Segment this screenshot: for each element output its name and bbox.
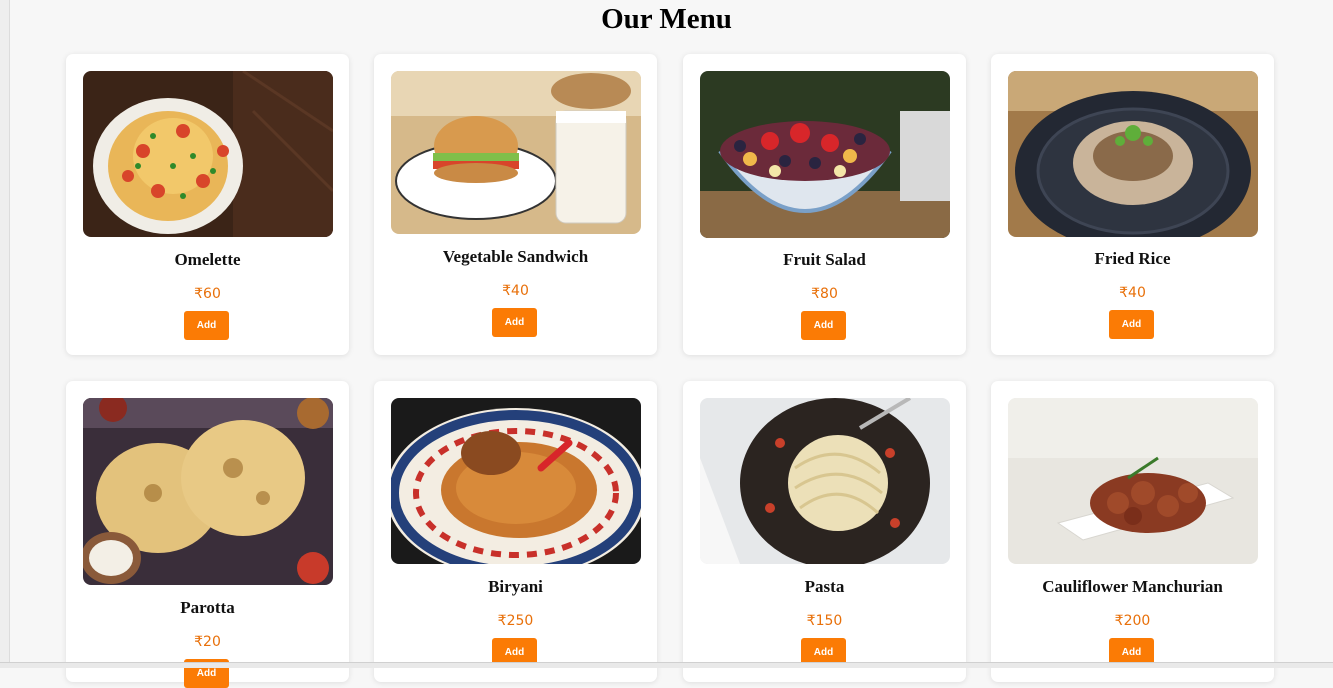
item-name: Fruit Salad xyxy=(783,250,866,269)
item-name: Fried Rice xyxy=(1094,249,1171,268)
add-button[interactable]: Add xyxy=(184,311,229,340)
pasta-image xyxy=(700,398,950,564)
menu-card-pasta: Pasta ₹150 Add xyxy=(683,381,966,682)
vegetable-sandwich-image xyxy=(391,71,641,234)
menu-card-parotta: Parotta ₹20 Add xyxy=(66,381,349,688)
item-name: Pasta xyxy=(804,577,845,596)
omelette-image xyxy=(83,71,333,237)
fruit-salad-image xyxy=(700,71,950,238)
menu-card-omelette: Omelette ₹60 Add xyxy=(66,54,349,355)
add-button[interactable]: Add xyxy=(492,308,537,337)
add-button[interactable]: Add xyxy=(801,311,846,340)
item-price: ₹200 xyxy=(1114,613,1151,629)
menu-card-vegetable-sandwich: Vegetable Sandwich ₹40 Add xyxy=(374,54,657,355)
menu-card-fried-rice: Fried Rice ₹40 Add xyxy=(991,54,1274,355)
window-edge xyxy=(0,0,10,667)
item-name: Omelette xyxy=(174,250,241,269)
fried-rice-image xyxy=(1008,71,1258,237)
item-price: ₹20 xyxy=(194,634,221,650)
item-price: ₹250 xyxy=(497,613,534,629)
item-price: ₹40 xyxy=(502,283,529,299)
cauliflower-manchurian-image xyxy=(1008,398,1258,564)
item-price: ₹80 xyxy=(811,286,838,302)
add-button[interactable]: Add xyxy=(1109,310,1154,339)
item-price: ₹40 xyxy=(1119,285,1146,301)
item-name: Cauliflower Manchurian xyxy=(1042,577,1223,596)
biryani-image xyxy=(391,398,641,564)
item-name: Parotta xyxy=(180,598,235,617)
page-title: Our Menu xyxy=(601,3,732,35)
parotta-image xyxy=(83,398,333,585)
item-name: Biryani xyxy=(488,577,543,596)
item-price: ₹60 xyxy=(194,286,221,302)
menu-card-biryani: Biryani ₹250 Add xyxy=(374,381,657,682)
item-name: Vegetable Sandwich xyxy=(442,247,589,266)
item-price: ₹150 xyxy=(806,613,843,629)
menu-card-cauliflower-manchurian: Cauliflower Manchurian ₹200 Add xyxy=(991,381,1274,682)
menu-card-fruit-salad: Fruit Salad ₹80 Add xyxy=(683,54,966,355)
horizontal-scrollbar[interactable] xyxy=(0,662,1333,668)
